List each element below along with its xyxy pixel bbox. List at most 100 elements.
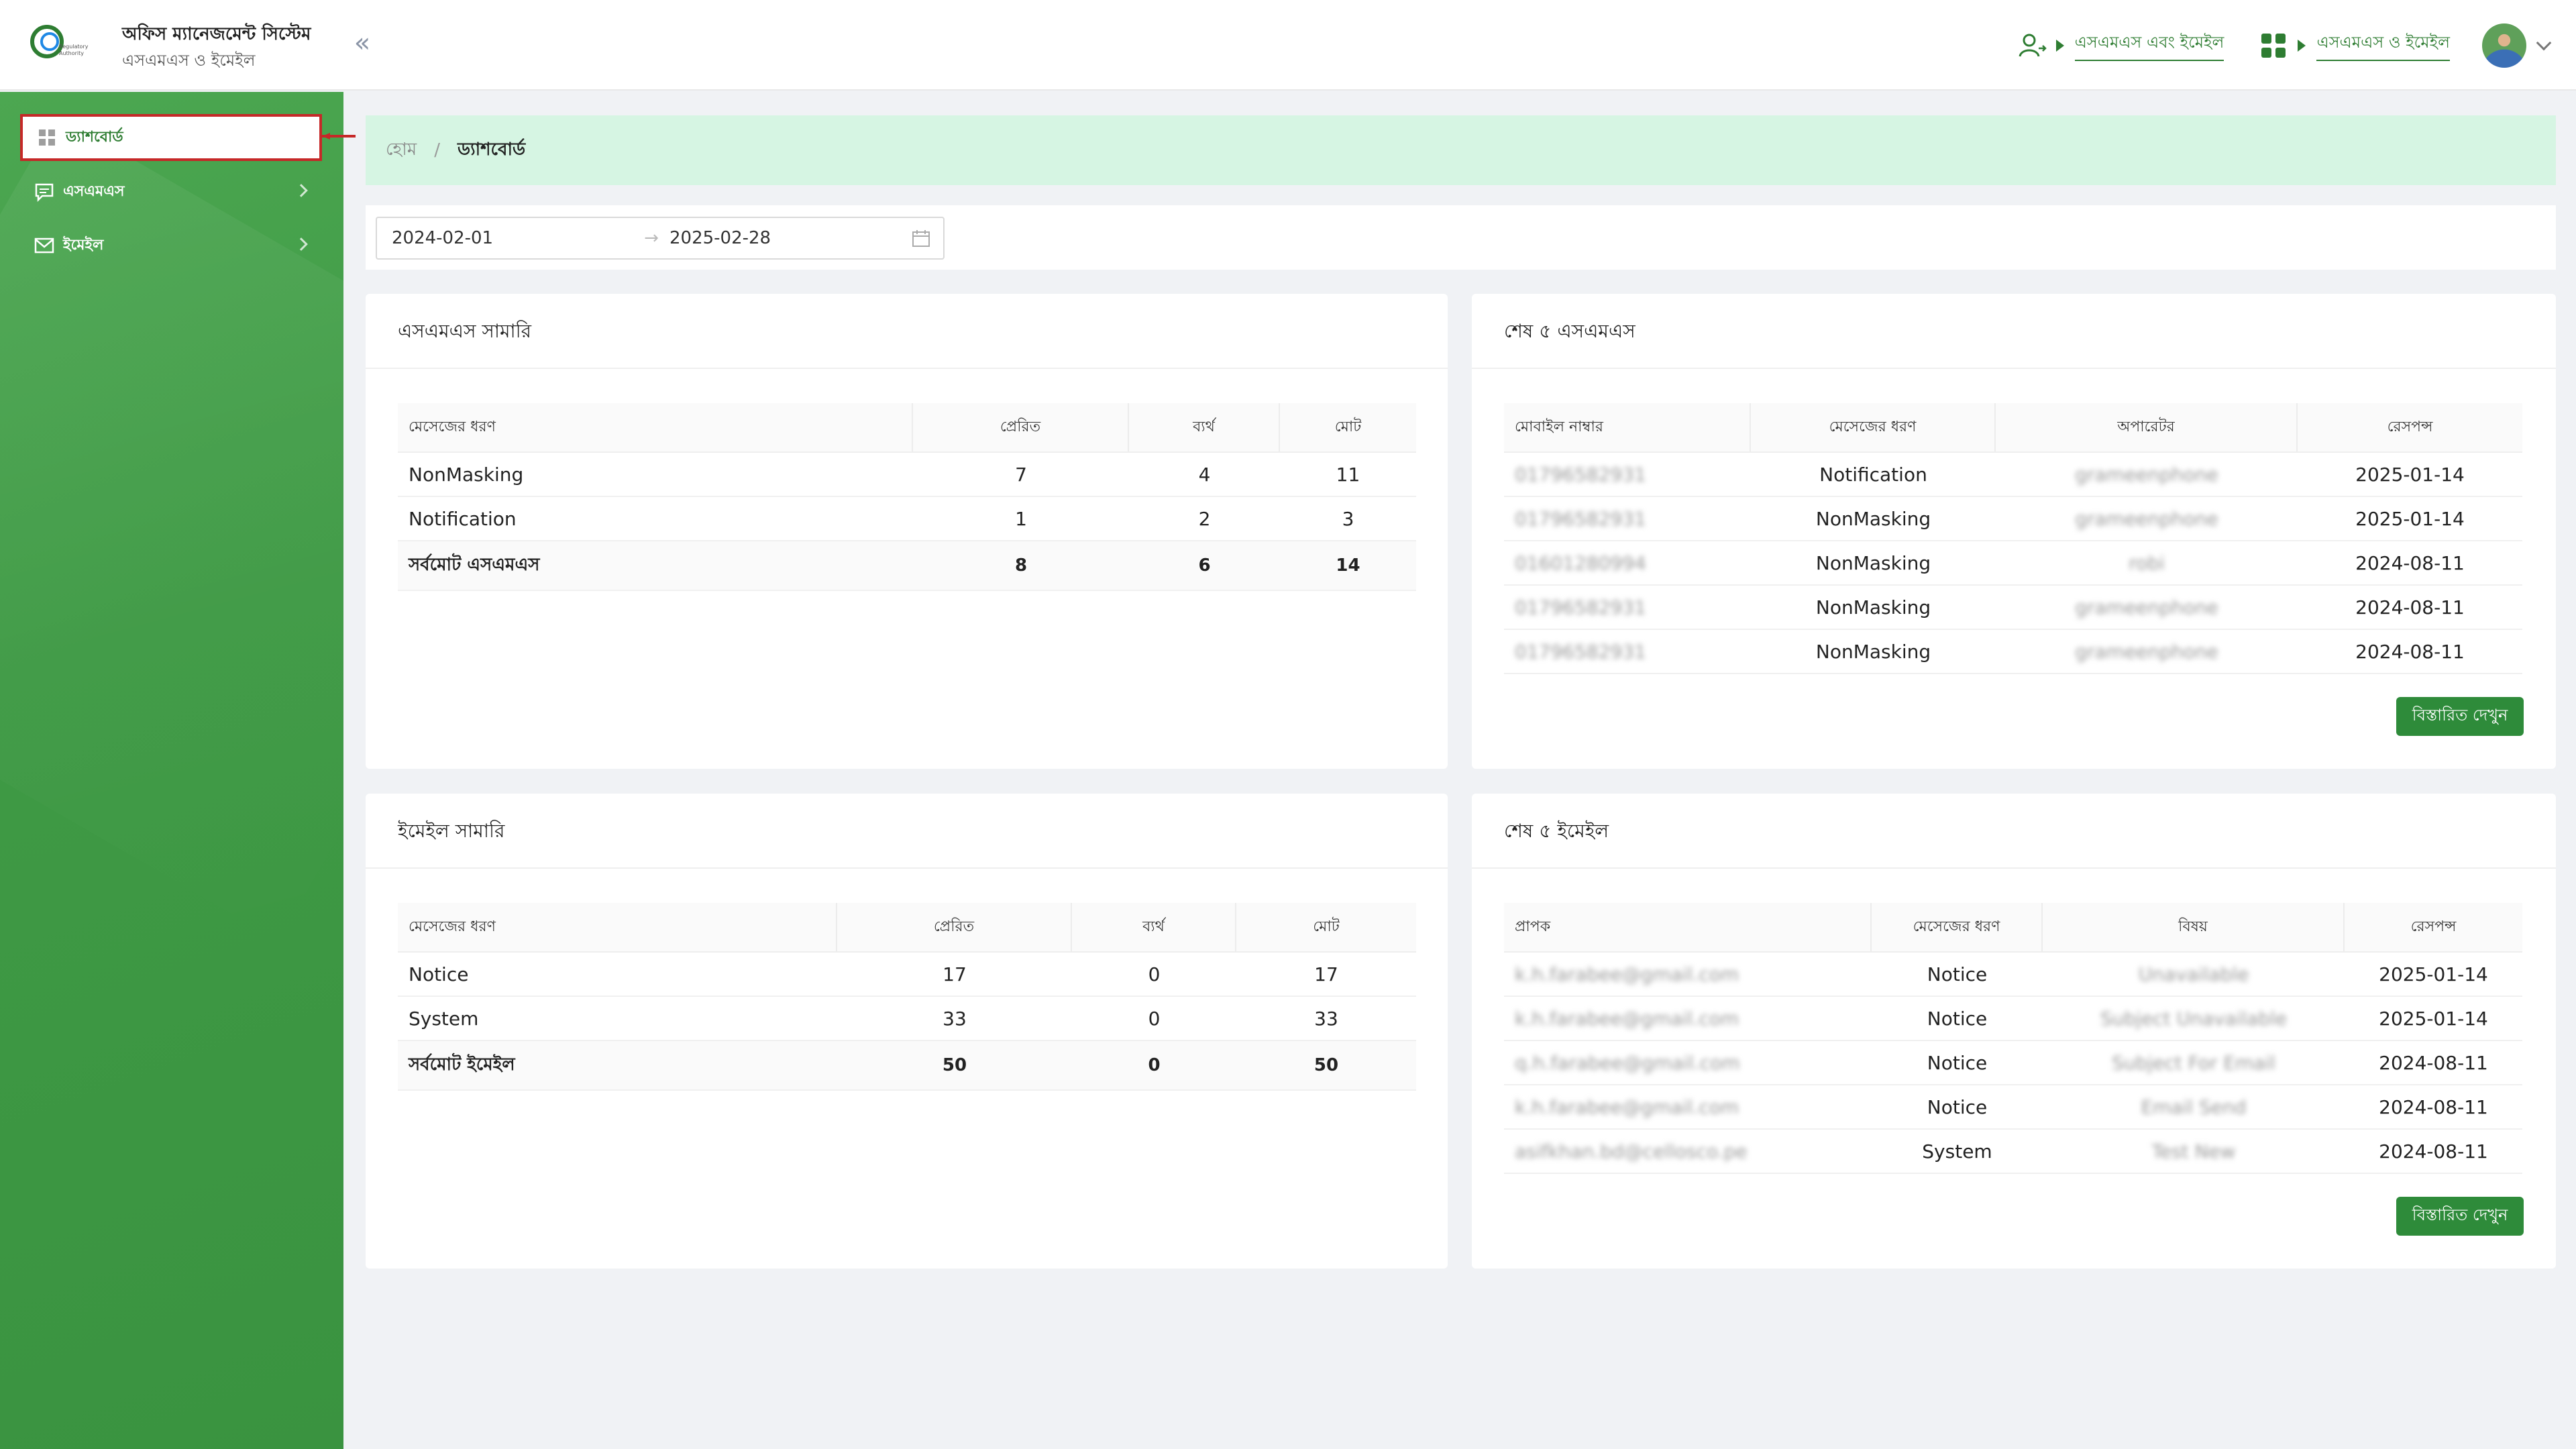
table-cell: 50 [942, 1055, 967, 1075]
table-cell: 0 [1148, 1055, 1161, 1075]
chevron-down-icon[interactable] [2536, 35, 2552, 51]
table-cell: 14 [1336, 555, 1360, 576]
breadcrumb-home-link[interactable]: হোম [386, 136, 417, 165]
table-cell: Notice [1927, 1051, 1988, 1074]
card-title: ইমেইল সামারি [398, 820, 505, 842]
table-cell: সর্বমোট এসএমএস [409, 555, 540, 575]
table-cell: 0 [1148, 963, 1161, 985]
column-header: অপারেটর [1996, 403, 2298, 451]
message-icon [34, 181, 55, 203]
table-cell: 2024-08-11 [2379, 1140, 2488, 1163]
calendar-icon[interactable] [911, 228, 931, 248]
table-cell: 0 [1148, 1007, 1161, 1030]
sidebar-item-label: ড্যাশবোর্ড [66, 128, 123, 146]
collapse-sidebar-icon[interactable]: « [349, 30, 376, 56]
table-total-row: সর্বমোট ইমেইল 50 0 50 [398, 1041, 1416, 1091]
table-cell: 7 [1015, 463, 1027, 486]
table-cell: 01796582931 [1515, 507, 1646, 530]
view-details-button[interactable]: বিস্তারিত দেখুন [2396, 697, 2524, 736]
table-cell: 2024-08-11 [2355, 596, 2465, 619]
table-cell: Notice [1927, 963, 1988, 985]
card-title: শেষ ৫ এসএমএস [1504, 320, 1635, 342]
table-cell: 2025-01-14 [2379, 1007, 2488, 1030]
table-cell: NonMasking [409, 463, 524, 486]
table-cell: 6 [1198, 555, 1211, 576]
breadcrumb-separator: / [434, 140, 440, 160]
user-switch-icon[interactable] [2015, 28, 2049, 63]
column-header: মেসেজের ধরণ [398, 903, 837, 951]
column-header: মোট [1313, 918, 1340, 935]
breadcrumb: হোম / ড্যাশবোর্ড [366, 115, 2556, 185]
table-cell: Notice [1927, 1007, 1988, 1030]
table-cell: 2025-01-14 [2355, 463, 2465, 486]
table-row: k.h.farabee@gmail.com Notice Email Send … [1504, 1085, 2522, 1130]
table-cell: grameenphone [2075, 507, 2218, 530]
table-cell: q.h.farabee@gmail.com [1515, 1051, 1740, 1074]
table-row: 01796582931 NonMasking grameenphone 2025… [1504, 497, 2522, 541]
column-header: ব্যর্থ [1072, 903, 1236, 951]
table-cell: 50 [1313, 1055, 1339, 1075]
start-date-input[interactable]: 2024-02-01 [392, 228, 633, 248]
table-cell: System [409, 1007, 479, 1030]
table-cell: Unavailable [2138, 963, 2249, 985]
avatar[interactable] [2482, 23, 2526, 68]
table-cell: Email Send [2141, 1095, 2247, 1118]
view-details-button[interactable]: বিস্তারিত দেখুন [2396, 1197, 2524, 1236]
table-header-row: মোবাইল নাম্বার মেসেজের ধরণ অপারেটর রেসপন… [1504, 403, 2522, 453]
column-header: প্রেরিত [913, 403, 1129, 451]
table-cell: System [1922, 1140, 1992, 1163]
column-header: বিষয় [2043, 903, 2345, 951]
table-header-row: মেসেজের ধরণ প্রেরিত ব্যর্থ মোট [398, 403, 1416, 453]
table-cell: grameenphone [2075, 463, 2218, 486]
app-subtitle: এসএমএস ও ইমেইল [122, 51, 256, 70]
table-cell: 11 [1336, 463, 1360, 486]
column-header: রেসপন্স [2387, 418, 2433, 435]
end-date-input[interactable]: 2025-02-28 [669, 228, 911, 248]
sms-email-link-2[interactable]: এসএমএস ও ইমেইল [2316, 30, 2450, 61]
column-header: রেসপন্স [2410, 918, 2457, 935]
date-range-picker[interactable]: 2024-02-01 → 2025-02-28 [376, 217, 945, 260]
table-cell: k.h.farabee@gmail.com [1515, 963, 1739, 985]
sms-email-link[interactable]: এসএমএস এবং ইমেইল [2074, 30, 2224, 61]
sidebar-item-dashboard[interactable]: ড্যাশবোর্ড [20, 114, 322, 161]
table-cell: 17 [943, 963, 967, 985]
column-header: প্রেরিত [837, 903, 1072, 951]
table-row: 01796582931 NonMasking grameenphone 2024… [1504, 586, 2522, 630]
column-header: মেসেজের ধরণ [398, 403, 913, 451]
table-cell: 2025-01-14 [2379, 963, 2488, 985]
table-row: 01601280994 NonMasking robi 2024-08-11 [1504, 541, 2522, 586]
column-header: প্রাপক [1504, 903, 1872, 951]
card-divider [366, 368, 1448, 369]
table-row: Notification 1 2 3 [398, 497, 1416, 541]
sidebar: ড্যাশবোর্ড এসএমএস ইমেইল [0, 92, 343, 1449]
column-header: মোবাইল নাম্বার [1504, 403, 1751, 451]
breadcrumb-current: ড্যাশবোর্ড [457, 140, 526, 160]
table-cell: 4 [1198, 463, 1211, 486]
column-header: মেসেজের ধরণ [1751, 403, 1996, 451]
arrow-right-icon: → [644, 228, 659, 248]
last-email-card: শেষ ৫ ইমেইল প্রাপক মেসেজের ধরণ বিষয় রেস… [1472, 794, 2556, 1269]
table-cell: Test New [2151, 1140, 2236, 1163]
table-cell: k.h.farabee@gmail.com [1515, 1095, 1739, 1118]
sidebar-item-email[interactable]: ইমেইল [20, 222, 322, 269]
last-sms-card: শেষ ৫ এসএমএস মোবাইল নাম্বার মেসেজের ধরণ … [1472, 294, 2556, 769]
table-cell: grameenphone [2075, 640, 2218, 663]
table-header-row: প্রাপক মেসেজের ধরণ বিষয় রেসপন্স [1504, 903, 2522, 953]
column-header: ব্যর্থ [1129, 403, 1280, 451]
caret-right-icon [2298, 40, 2306, 52]
table-cell: 01796582931 [1515, 463, 1646, 486]
svg-text:Authority: Authority [59, 50, 84, 56]
card-divider [366, 867, 1448, 869]
card-title: এসএমএস সামারি [398, 320, 532, 342]
card-divider [1472, 368, 2556, 369]
table-cell: NonMasking [1815, 551, 1931, 574]
table-cell: 2024-08-11 [2379, 1095, 2488, 1118]
table-header-row: মেসেজের ধরণ প্রেরিত ব্যর্থ মোট [398, 903, 1416, 953]
apps-grid-icon[interactable] [2256, 28, 2291, 63]
sidebar-item-sms[interactable]: এসএমএস [20, 168, 322, 215]
table-cell: Notification [409, 507, 517, 530]
table-cell: 3 [1342, 507, 1354, 530]
table-cell: 2024-08-11 [2379, 1051, 2488, 1074]
table-cell: NonMasking [1815, 640, 1931, 663]
column-header: মোট [1334, 418, 1362, 435]
